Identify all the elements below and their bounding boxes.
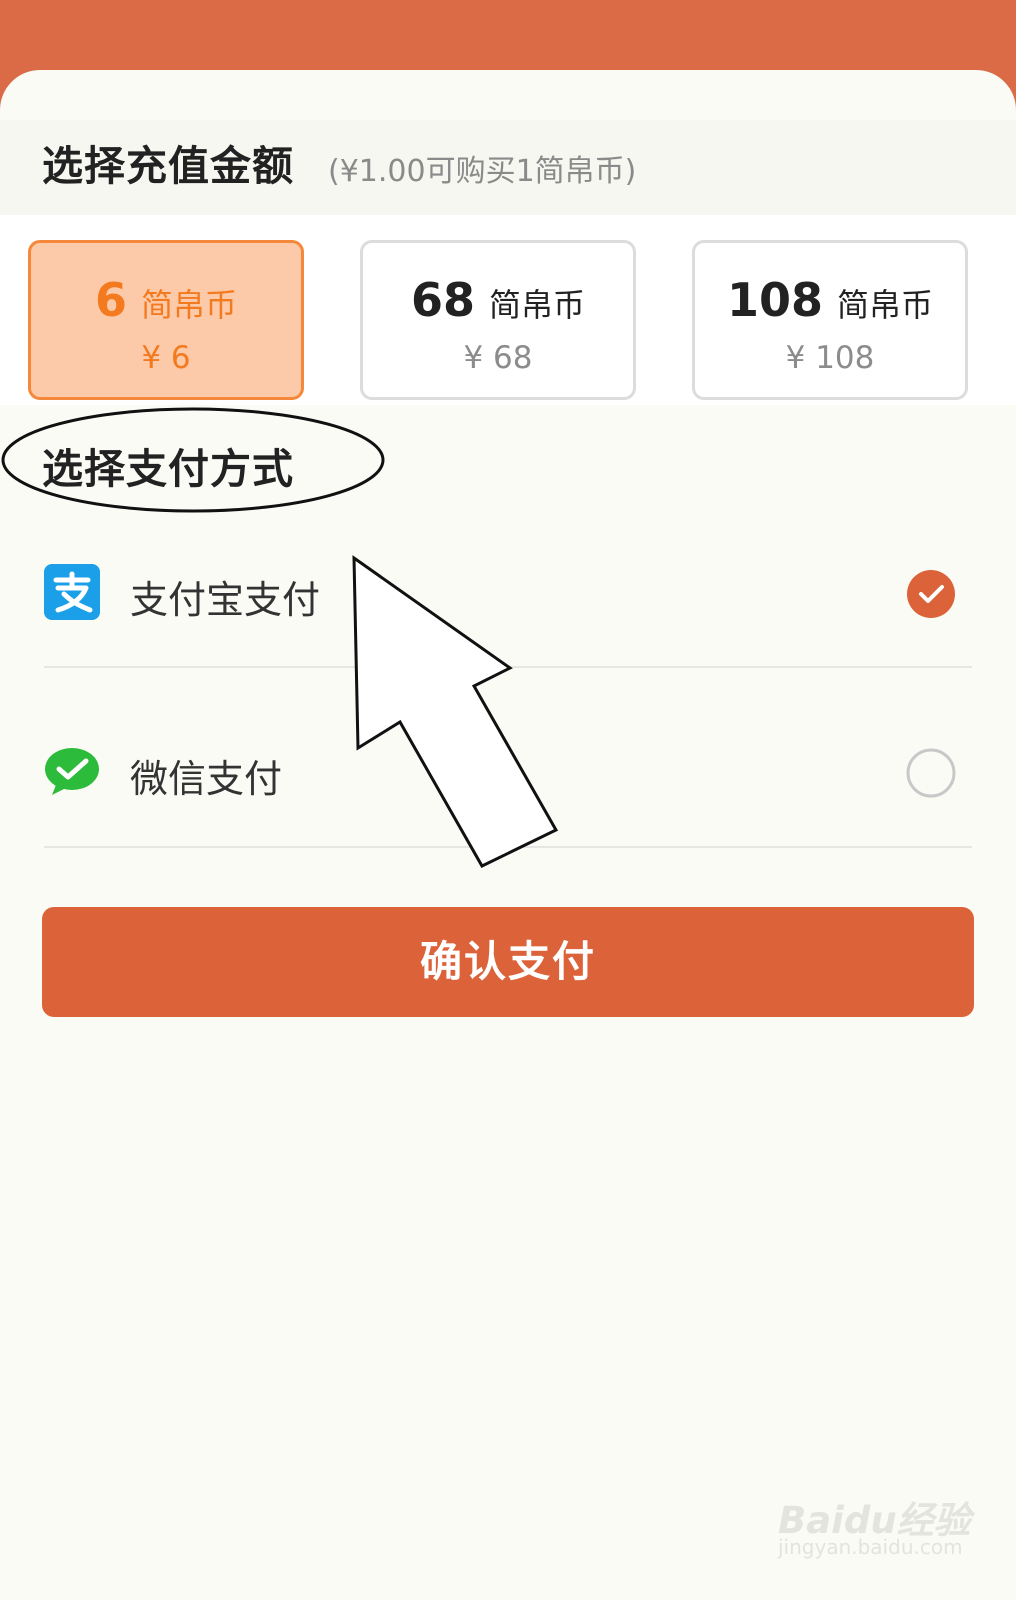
option-price: ¥ 68 bbox=[463, 340, 533, 376]
confirm-payment-button[interactable]: 确认支付 bbox=[42, 907, 974, 1017]
amount-option-6[interactable]: 6 简帛币 ¥ 6 bbox=[28, 240, 304, 400]
highlight-ellipse-annotation bbox=[1, 407, 385, 513]
option-price: ¥ 108 bbox=[785, 340, 875, 376]
payment-method-label: 微信支付 bbox=[130, 757, 283, 801]
alipay-icon bbox=[44, 564, 100, 620]
recharge-sheet: 选择充值金额 (¥1.00可购买1简帛币) 6 简帛币 ¥ 6 68 简帛币 ¥ 6… bbox=[0, 70, 1016, 1600]
option-coin-count: 6 bbox=[94, 273, 127, 327]
amount-exchange-note: (¥1.00可购买1简帛币) bbox=[328, 154, 637, 189]
payment-method-label: 支付宝支付 bbox=[130, 578, 321, 622]
watermark-url: jingyan.baidu.com bbox=[778, 1535, 963, 1559]
option-coin-count: 68 bbox=[410, 273, 475, 327]
option-coin-unit: 简帛币 bbox=[837, 286, 934, 324]
radio-checked-icon[interactable] bbox=[906, 569, 956, 619]
amount-option-68[interactable]: 68 简帛币 ¥ 68 bbox=[360, 240, 636, 400]
option-price: ¥ 6 bbox=[141, 340, 191, 376]
option-coin-count: 108 bbox=[726, 273, 823, 327]
option-coin-unit: 简帛币 bbox=[489, 286, 586, 324]
option-coin-unit: 简帛币 bbox=[141, 286, 238, 324]
pointer-arrow-annotation bbox=[352, 555, 559, 868]
wechat-icon bbox=[45, 748, 99, 795]
amount-section-title: 选择充值金额 bbox=[42, 142, 294, 190]
radio-unchecked-icon[interactable] bbox=[906, 748, 956, 798]
amount-option-108[interactable]: 108 简帛币 ¥ 108 bbox=[692, 240, 968, 400]
